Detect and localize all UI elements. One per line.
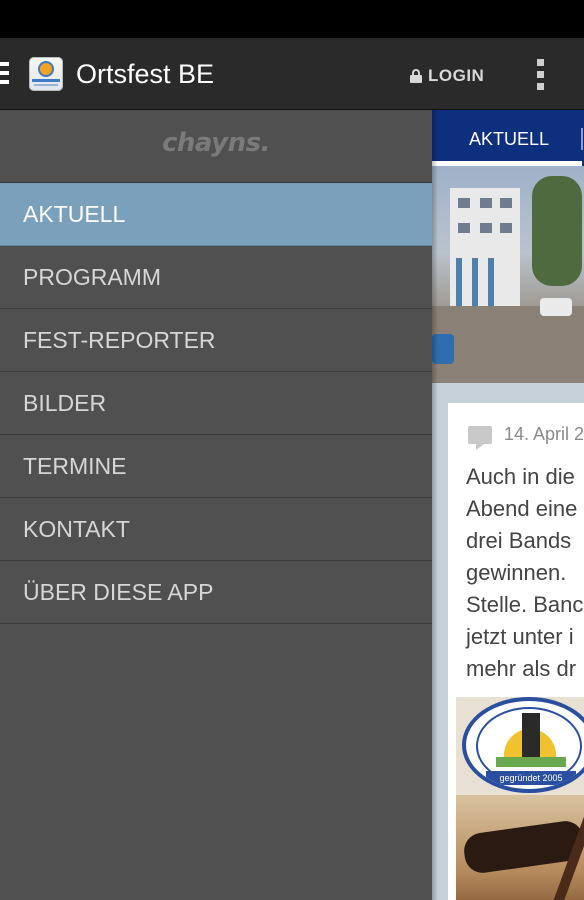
- main-content: AKTUELL 14. April 2 Auch in die Abend ei…: [432, 110, 584, 900]
- menu-item-fest-reporter[interactable]: FEST-REPORTER: [0, 309, 432, 372]
- status-bar: [0, 0, 584, 38]
- login-label: LOGIN: [428, 66, 485, 85]
- menu-item-termine[interactable]: TERMINE: [0, 435, 432, 498]
- post-date: 14. April 2: [504, 424, 584, 444]
- post-text-line: jetzt unter i: [466, 624, 574, 649]
- tab-bar: AKTUELL: [432, 110, 584, 166]
- post-text-line: drei Bands: [466, 528, 572, 553]
- app-bar: Ortsfest BE LOGIN: [0, 38, 584, 110]
- post-text-line: Abend eine: [466, 496, 578, 521]
- comment-icon[interactable]: [468, 426, 492, 450]
- drawer-header: chayns.: [0, 110, 432, 183]
- post-text: Auch in die Abend eine drei Bands gewinn…: [466, 461, 584, 685]
- more-vert-icon[interactable]: [537, 59, 545, 91]
- menu-item-programm[interactable]: PROGRAMM: [0, 246, 432, 309]
- seal-banner: gegründet 2005: [486, 771, 576, 785]
- app-logo-icon[interactable]: [29, 57, 63, 91]
- post-text-line: Stelle. Banc: [466, 592, 584, 617]
- post-text-line: gewinnen.: [466, 560, 567, 585]
- menu-item-kontakt[interactable]: KONTAKT: [0, 498, 432, 561]
- hamburger-menu-icon[interactable]: [0, 62, 10, 84]
- association-seal-logo: gegründet 2005: [462, 697, 584, 793]
- login-button[interactable]: LOGIN: [410, 66, 484, 86]
- post-text-line: mehr als dr: [466, 656, 577, 681]
- app-title: Ortsfest BE: [76, 59, 215, 89]
- chayns-logo: chayns.: [162, 128, 270, 158]
- menu-item-aktuell[interactable]: AKTUELL: [0, 183, 432, 246]
- post-text-line: Auch in die: [466, 464, 575, 489]
- navigation-drawer: chayns. AKTUELL PROGRAMM FEST-REPORTER B…: [0, 110, 432, 900]
- lock-icon: [410, 69, 422, 83]
- menu-item-ueber-diese-app[interactable]: ÜBER DIESE APP: [0, 561, 432, 624]
- header-image: [432, 166, 584, 383]
- post-image[interactable]: gegründet 2005: [456, 697, 584, 900]
- menu-item-bilder[interactable]: BILDER: [0, 372, 432, 435]
- tab-divider: [581, 128, 583, 150]
- tab-aktuell[interactable]: AKTUELL: [432, 110, 584, 166]
- tab-aktuell-label: AKTUELL: [469, 129, 550, 149]
- news-post-card[interactable]: 14. April 2 Auch in die Abend eine drei …: [448, 403, 584, 900]
